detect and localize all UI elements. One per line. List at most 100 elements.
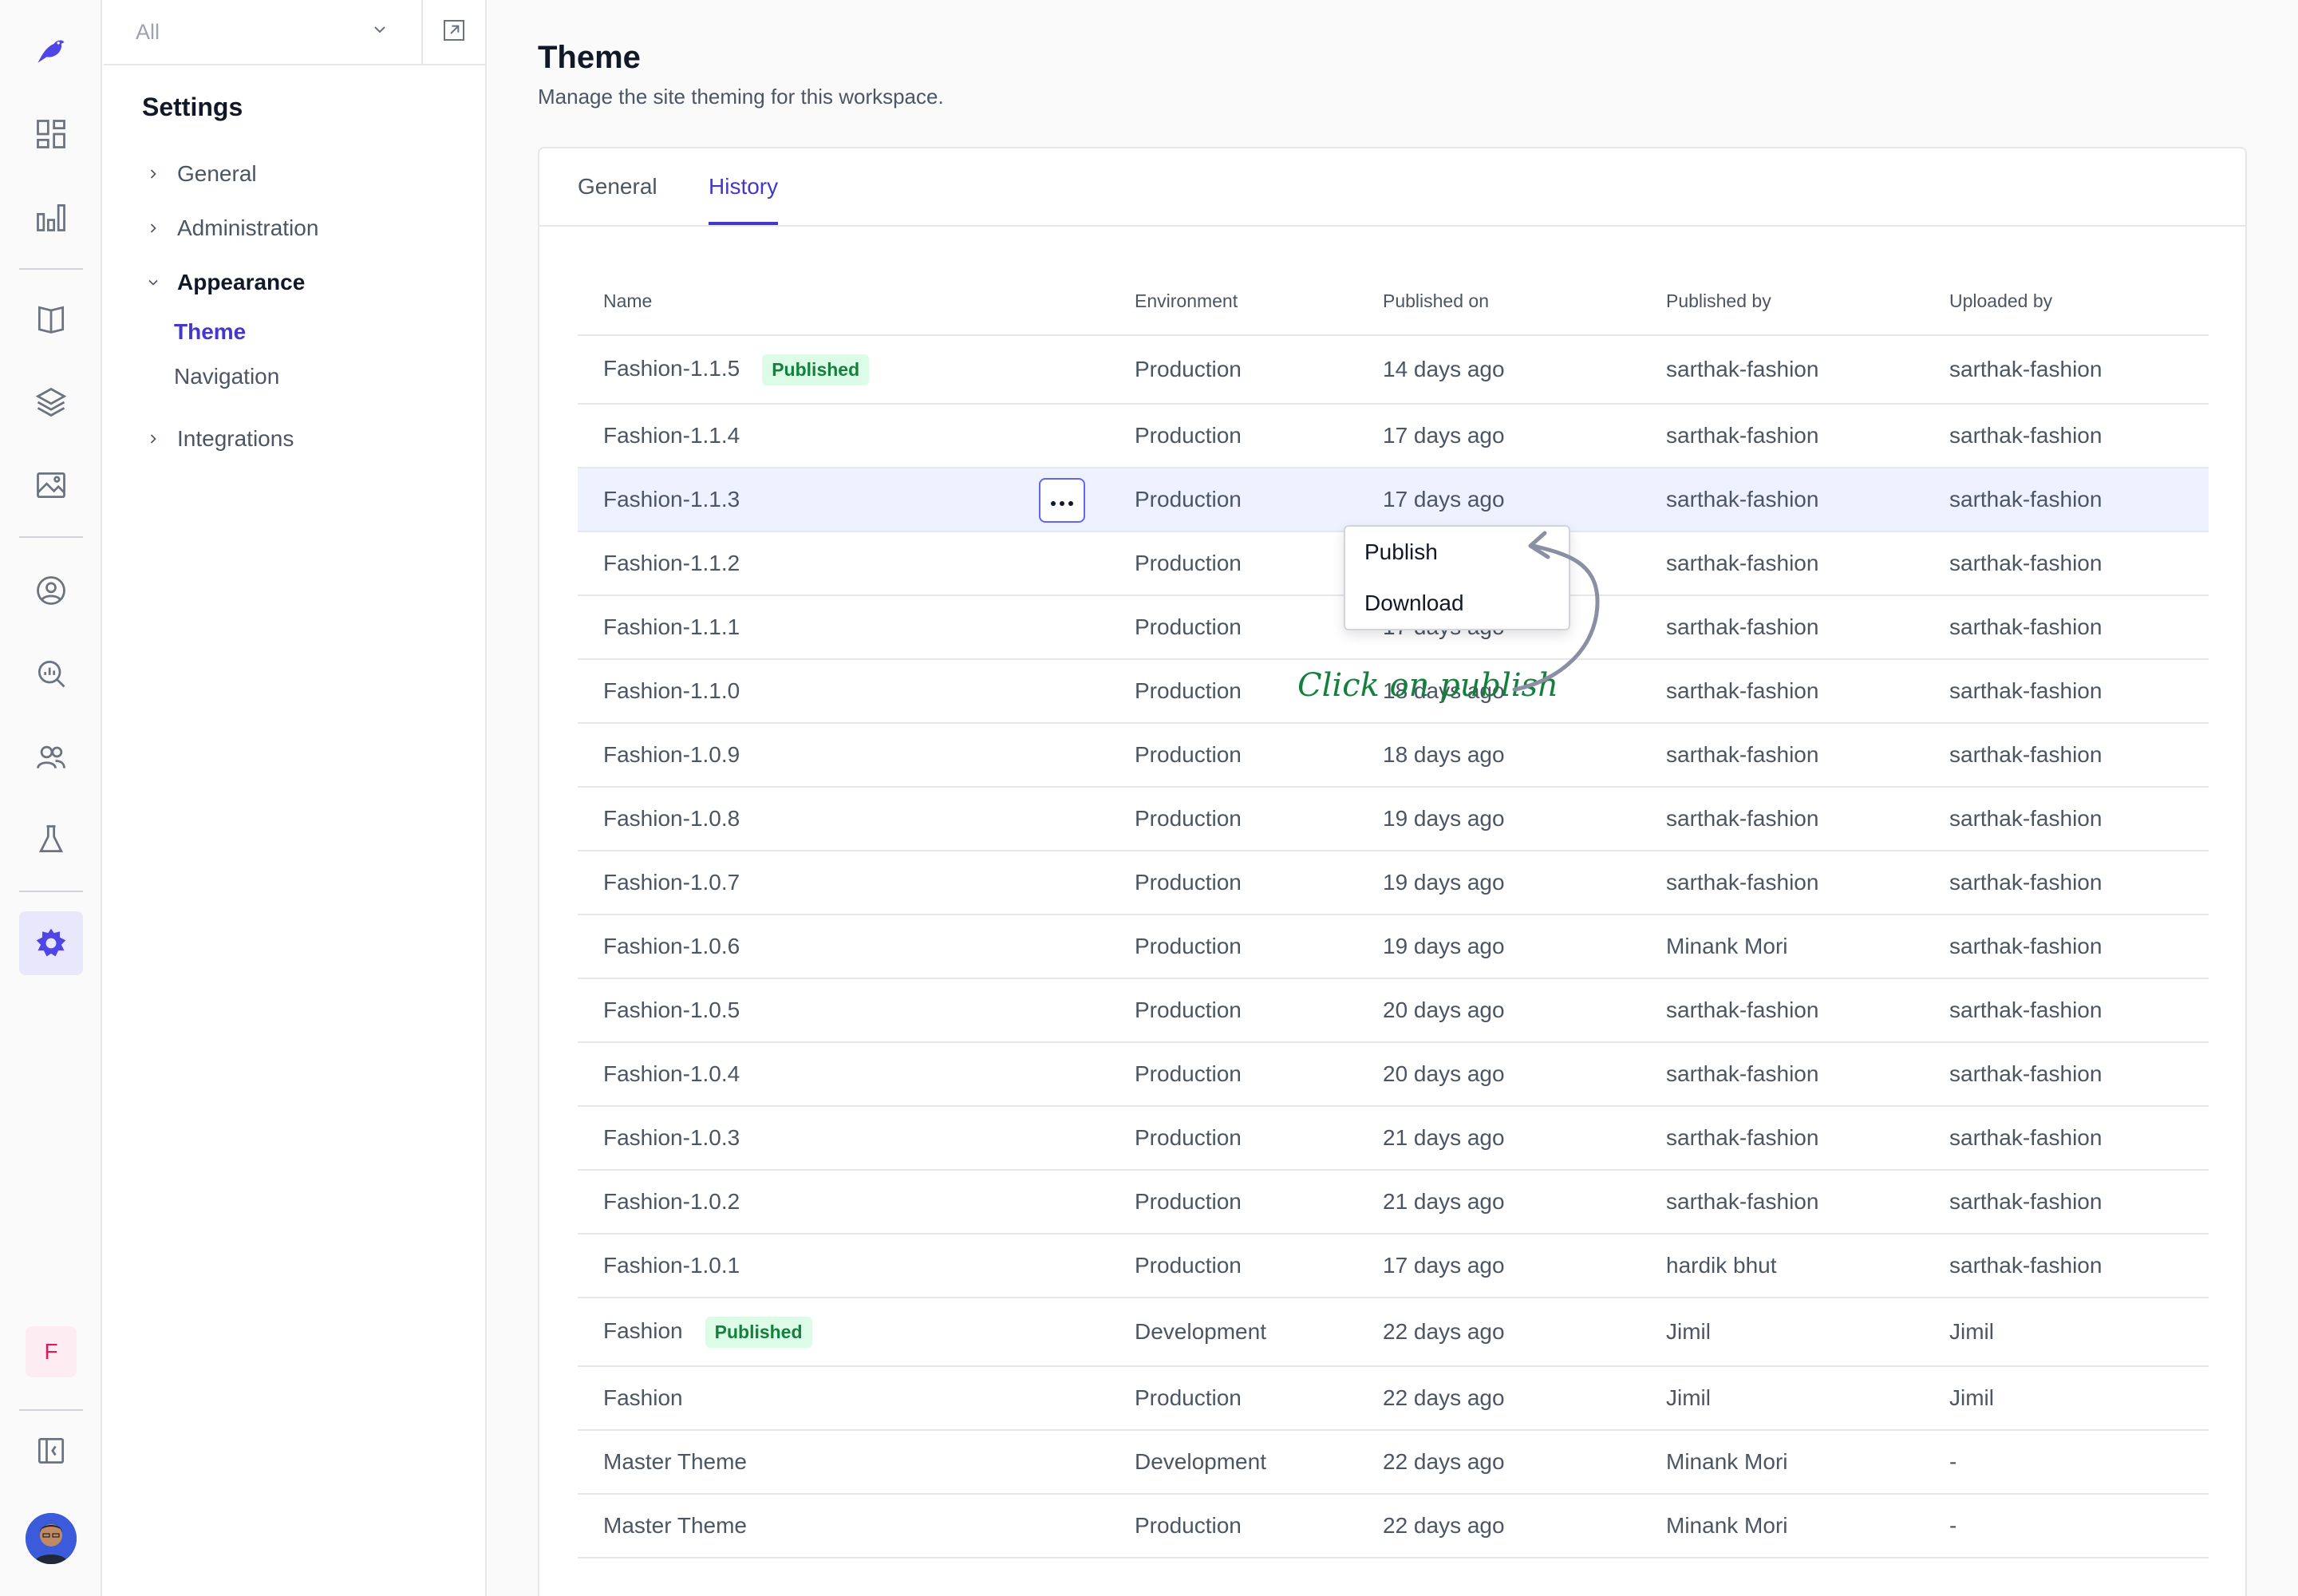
image-icon[interactable] xyxy=(19,453,83,517)
sidebar-subitem-theme[interactable]: Theme xyxy=(174,319,246,345)
sidebar-item-label: General xyxy=(177,161,257,186)
open-external-button[interactable] xyxy=(423,0,485,64)
published-on-cell: 22 days ago xyxy=(1357,1366,1641,1431)
table-row[interactable]: Master Theme Development 22 days ago Min… xyxy=(578,1430,2209,1495)
theme-name: Fashion-1.1.3 xyxy=(603,487,740,512)
flask-icon[interactable] xyxy=(19,808,83,871)
name-cell: Fashion-1.1.1 xyxy=(578,595,1109,660)
sidebar-title: Settings xyxy=(142,93,243,121)
settings-gear-icon[interactable] xyxy=(19,911,83,975)
chevron-right-icon xyxy=(142,217,164,239)
column-header-environment[interactable]: Environment xyxy=(1109,268,1357,336)
sidebar-item-general[interactable]: General xyxy=(142,161,257,187)
uploaded-by-cell: sarthak-fashion xyxy=(1924,978,2209,1043)
sidebar-item-label: Integrations xyxy=(177,426,294,451)
environment-cell: Production xyxy=(1109,1042,1357,1107)
sidebar-item-administration[interactable]: Administration xyxy=(142,215,318,241)
column-header-name[interactable]: Name xyxy=(578,268,1109,336)
external-link-icon xyxy=(441,18,467,47)
table-row[interactable]: Fashion-1.0.6 Production 19 days ago Min… xyxy=(578,915,2209,979)
uploaded-by-cell: sarthak-fashion xyxy=(1924,1042,2209,1107)
column-header-published-on[interactable]: Published on xyxy=(1357,268,1641,336)
uploaded-by-cell: sarthak-fashion xyxy=(1924,915,2209,979)
published-on-cell: 20 days ago xyxy=(1357,978,1641,1043)
logo-bird-icon[interactable] xyxy=(19,19,83,83)
table-row[interactable]: Fashion-1.0.8 Production 19 days ago sar… xyxy=(578,787,2209,851)
published-on-cell: 19 days ago xyxy=(1357,787,1641,851)
rail-divider xyxy=(19,1409,83,1411)
name-cell: Fashion-1.0.7 xyxy=(578,851,1109,915)
table-row[interactable]: Fashion-1.0.7 Production 19 days ago sar… xyxy=(578,851,2209,915)
rail-divider xyxy=(19,536,83,538)
table-row[interactable]: Fashion Published Development 22 days ago… xyxy=(578,1298,2209,1367)
published-by-cell: sarthak-fashion xyxy=(1641,531,1924,596)
published-by-cell: sarthak-fashion xyxy=(1641,1170,1924,1235)
uploaded-by-cell: sarthak-fashion xyxy=(1924,1170,2209,1235)
dashboard-grid-icon[interactable] xyxy=(19,102,83,166)
tab-general[interactable]: General xyxy=(578,174,657,222)
published-on-cell: 22 days ago xyxy=(1357,1494,1641,1558)
environment-cell: Production xyxy=(1109,468,1357,532)
table-row[interactable]: Fashion-1.0.4 Production 20 days ago sar… xyxy=(578,1042,2209,1107)
uploaded-by-cell: sarthak-fashion xyxy=(1924,787,2209,851)
name-cell: Fashion-1.1.4 xyxy=(578,404,1109,468)
table-row[interactable]: Master Theme Production 22 days ago Mina… xyxy=(578,1494,2209,1558)
name-cell: Fashion-1.0.2 xyxy=(578,1170,1109,1235)
menu-item-publish[interactable]: Publish xyxy=(1364,539,1438,565)
search-analytics-icon[interactable] xyxy=(19,642,83,705)
table-row[interactable]: Fashion Production 22 days ago Jimil Jim… xyxy=(578,1366,2209,1431)
published-on-cell: 17 days ago xyxy=(1357,1234,1641,1298)
uploaded-by-cell: - xyxy=(1924,1494,2209,1558)
table-row[interactable]: Fashion-1.1.3 Production 17 days ago sar… xyxy=(578,468,2209,532)
sidebar-item-appearance[interactable]: Appearance xyxy=(142,270,305,295)
table-row[interactable]: Fashion-1.1.4 Production 17 days ago sar… xyxy=(578,404,2209,468)
book-icon[interactable] xyxy=(19,287,83,351)
name-cell: Fashion-1.1.3 xyxy=(578,468,1109,532)
uploaded-by-cell: Jimil xyxy=(1924,1366,2209,1431)
chevron-right-icon xyxy=(142,428,164,450)
user-avatar[interactable] xyxy=(26,1513,77,1564)
table-row[interactable]: Fashion-1.0.9 Production 18 days ago sar… xyxy=(578,723,2209,788)
scope-select[interactable]: All xyxy=(104,0,423,64)
published-by-cell: Minank Mori xyxy=(1641,1494,1924,1558)
uploaded-by-cell: sarthak-fashion xyxy=(1924,723,2209,788)
published-on-cell: 17 days ago xyxy=(1357,404,1641,468)
more-actions-button[interactable] xyxy=(1039,478,1085,523)
name-cell: Fashion-1.0.6 xyxy=(578,915,1109,979)
more-horizontal-icon xyxy=(1049,488,1075,513)
table-row[interactable]: Fashion-1.0.5 Production 20 days ago sar… xyxy=(578,978,2209,1043)
users-icon[interactable] xyxy=(19,725,83,788)
published-on-cell: 21 days ago xyxy=(1357,1106,1641,1171)
published-on-cell: 22 days ago xyxy=(1357,1298,1641,1367)
column-header-uploaded-by[interactable]: Uploaded by xyxy=(1924,268,2209,336)
table-row[interactable]: Fashion-1.0.2 Production 21 days ago sar… xyxy=(578,1170,2209,1235)
environment-cell: Development xyxy=(1109,1430,1357,1495)
environment-cell: Production xyxy=(1109,787,1357,851)
sidebar-item-integrations[interactable]: Integrations xyxy=(142,426,294,452)
name-cell: Fashion-1.0.8 xyxy=(578,787,1109,851)
published-by-cell: sarthak-fashion xyxy=(1641,404,1924,468)
tab-history[interactable]: History xyxy=(709,174,779,225)
table-row[interactable]: Fashion-1.0.3 Production 21 days ago sar… xyxy=(578,1106,2209,1171)
published-by-cell: Jimil xyxy=(1641,1366,1924,1431)
uploaded-by-cell: sarthak-fashion xyxy=(1924,468,2209,532)
sidebar-collapse-icon[interactable] xyxy=(19,1419,83,1483)
column-header-published-by[interactable]: Published by xyxy=(1641,268,1924,336)
name-cell: Fashion xyxy=(578,1366,1109,1431)
published-by-cell: sarthak-fashion xyxy=(1641,787,1924,851)
workspace-avatar[interactable]: F xyxy=(26,1326,77,1377)
published-by-cell: hardik bhut xyxy=(1641,1234,1924,1298)
sidebar-subitem-navigation[interactable]: Navigation xyxy=(174,364,279,389)
settings-sidebar: All Settings General Administration Appe… xyxy=(104,0,487,1596)
table-row[interactable]: Fashion-1.0.1 Production 17 days ago har… xyxy=(578,1234,2209,1298)
name-cell: Fashion-1.1.0 xyxy=(578,659,1109,724)
uploaded-by-cell: - xyxy=(1924,1430,2209,1495)
menu-item-download[interactable]: Download xyxy=(1364,591,1464,616)
published-by-cell: sarthak-fashion xyxy=(1641,851,1924,915)
user-circle-icon[interactable] xyxy=(19,559,83,622)
uploaded-by-cell: sarthak-fashion xyxy=(1924,659,2209,724)
table-row[interactable]: Fashion-1.1.5 Published Production 14 day… xyxy=(578,335,2209,405)
environment-cell: Production xyxy=(1109,1106,1357,1171)
layers-icon[interactable] xyxy=(19,370,83,434)
bar-chart-icon[interactable] xyxy=(19,185,83,249)
